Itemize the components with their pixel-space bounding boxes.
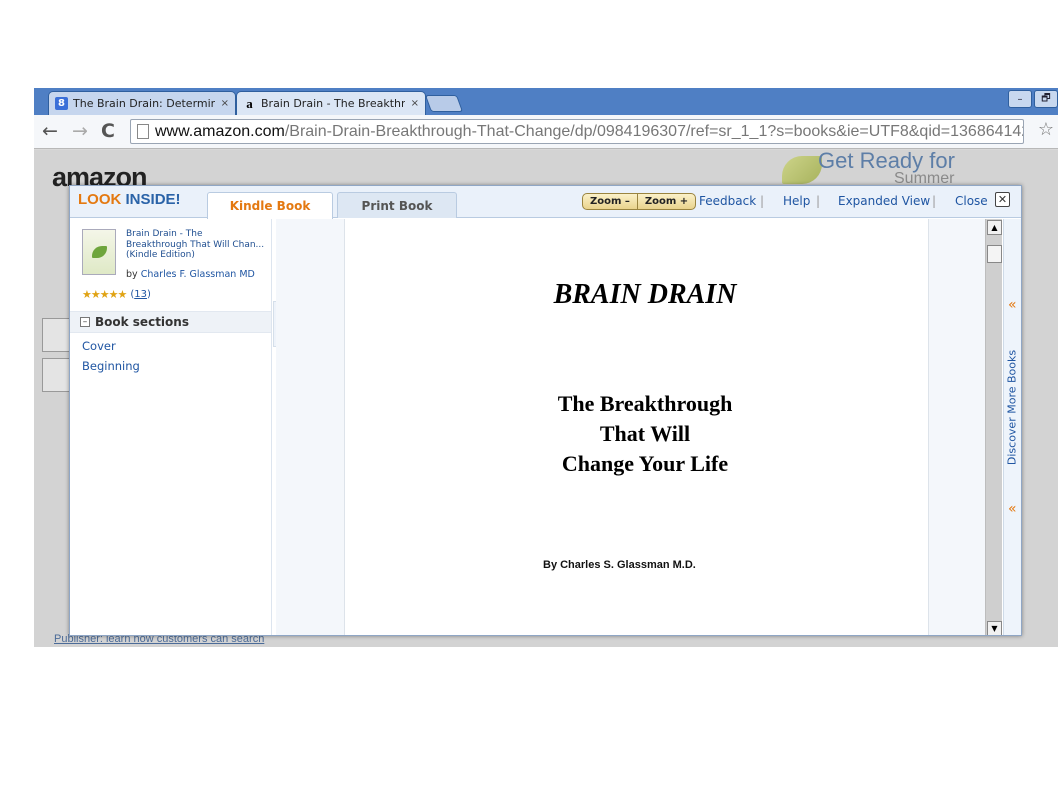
expand-arrow-icon[interactable]: «: [1008, 297, 1017, 313]
page-icon: [137, 124, 149, 139]
discover-more-books-label[interactable]: Discover More Books: [1006, 348, 1019, 468]
tab-print-book[interactable]: Print Book: [337, 192, 457, 218]
cover-leaf-graphic: [92, 246, 107, 258]
expanded-view-link[interactable]: Expanded View: [838, 194, 930, 208]
look-inside-logo: LOOK INSIDE!: [78, 191, 181, 208]
screenshot-page: 8 The Brain Drain: Determin × a Brain Dr…: [0, 0, 1058, 793]
help-link[interactable]: Help: [783, 194, 810, 208]
book-author: by Charles F. Glassman MD: [126, 269, 255, 280]
book-sections-title: Book sections: [95, 315, 189, 329]
reload-icon[interactable]: C: [101, 120, 115, 142]
tab-close-icon[interactable]: ×: [411, 98, 419, 109]
discover-more-books-panel[interactable]: « Discover More Books «: [1003, 219, 1021, 635]
scrollbar-thumb[interactable]: [987, 245, 1002, 263]
feedback-link[interactable]: Feedback: [699, 194, 756, 208]
page-subtitle-line: That Will: [599, 421, 691, 446]
review-count-close: ): [146, 289, 151, 300]
page-book-title: BRAIN DRAIN: [553, 279, 737, 310]
tab-google[interactable]: 8 The Brain Drain: Determin ×: [48, 91, 236, 115]
amazon-favicon-icon: a: [246, 95, 253, 111]
google-favicon-icon: 8: [55, 97, 68, 110]
link-separator: |: [932, 194, 937, 208]
book-title-link[interactable]: Brain Drain - The Breakthrough That Will…: [126, 229, 266, 261]
zoom-out-button[interactable]: Zoom –: [583, 194, 637, 209]
vertical-scrollbar[interactable]: ▲ ▼: [985, 219, 1002, 635]
expand-arrow-icon[interactable]: «: [1008, 501, 1017, 517]
tab-title: Brain Drain - The Breakthr: [261, 97, 405, 110]
url-path: /Brain-Drain-Breakthrough-That-Change/dp…: [284, 123, 1024, 140]
section-link-beginning[interactable]: Beginning: [82, 359, 140, 373]
review-count-link[interactable]: (13): [130, 289, 151, 300]
back-arrow-icon[interactable]: ←: [42, 120, 58, 142]
look-inside-reader: LOOK INSIDE! Kindle Book Print Book Zoom…: [69, 185, 1022, 636]
zoom-controls: Zoom – Zoom +: [582, 193, 697, 210]
tab-strip: 8 The Brain Drain: Determin × a Brain Dr…: [34, 88, 1058, 115]
url-host: www.amazon.com: [155, 123, 285, 140]
book-cover-thumbnail[interactable]: [82, 229, 116, 275]
page-subtitle-line: The Breakthrough: [557, 391, 733, 416]
page-author: By Charles S. Glassman M.D.: [543, 559, 696, 571]
book-page: BRAIN DRAIN The Breakthrough That Will C…: [344, 219, 929, 635]
scroll-down-icon[interactable]: ▼: [987, 621, 1002, 635]
link-separator: |: [760, 194, 765, 208]
minimize-icon[interactable]: –: [1008, 90, 1032, 108]
address-bar[interactable]: www.amazon.com/Brain-Drain-Breakthrough-…: [130, 119, 1024, 144]
look-inside-logo-inside: INSIDE!: [125, 191, 181, 208]
star-rating[interactable]: ★★★★★ (13): [82, 288, 151, 301]
promo-leaf-graphic: [782, 156, 822, 184]
tab-close-icon[interactable]: ×: [221, 98, 229, 109]
review-count-number: 13: [134, 289, 147, 300]
page-subtitle-line: Change Your Life: [561, 451, 729, 476]
tab-kindle-book[interactable]: Kindle Book: [207, 192, 333, 219]
reader-header: LOOK INSIDE! Kindle Book Print Book Zoom…: [70, 186, 1021, 219]
tab-amazon[interactable]: a Brain Drain - The Breakthr ×: [236, 91, 426, 115]
collapse-toggle-icon[interactable]: –: [80, 317, 90, 327]
close-link[interactable]: Close: [955, 194, 988, 208]
book-sections-header[interactable]: – Book sections: [70, 311, 271, 333]
look-inside-logo-look: LOOK: [78, 191, 122, 208]
forward-arrow-icon[interactable]: →: [72, 120, 88, 142]
window-controls: – 🗗: [1006, 90, 1058, 108]
browser-toolbar: ← → C www.amazon.com/Brain-Drain-Breakth…: [34, 115, 1058, 149]
maximize-icon[interactable]: 🗗: [1034, 90, 1058, 108]
zoom-in-button[interactable]: Zoom +: [638, 194, 695, 209]
new-tab-button[interactable]: [424, 95, 464, 112]
rating-stars-icon: ★★★★★: [82, 288, 127, 301]
reader-sidebar: Brain Drain - The Breakthrough That Will…: [70, 219, 272, 635]
tab-title: The Brain Drain: Determin: [73, 97, 215, 110]
close-icon[interactable]: ✕: [995, 192, 1010, 207]
page-viewport[interactable]: BRAIN DRAIN The Breakthrough That Will C…: [276, 219, 987, 635]
section-link-cover[interactable]: Cover: [82, 339, 116, 353]
author-name-link[interactable]: Charles F. Glassman MD: [141, 269, 255, 280]
author-prefix: by: [126, 269, 138, 280]
link-separator: |: [816, 194, 821, 208]
bookmark-star-icon[interactable]: ☆: [1038, 119, 1054, 140]
scroll-up-icon[interactable]: ▲: [987, 220, 1002, 235]
